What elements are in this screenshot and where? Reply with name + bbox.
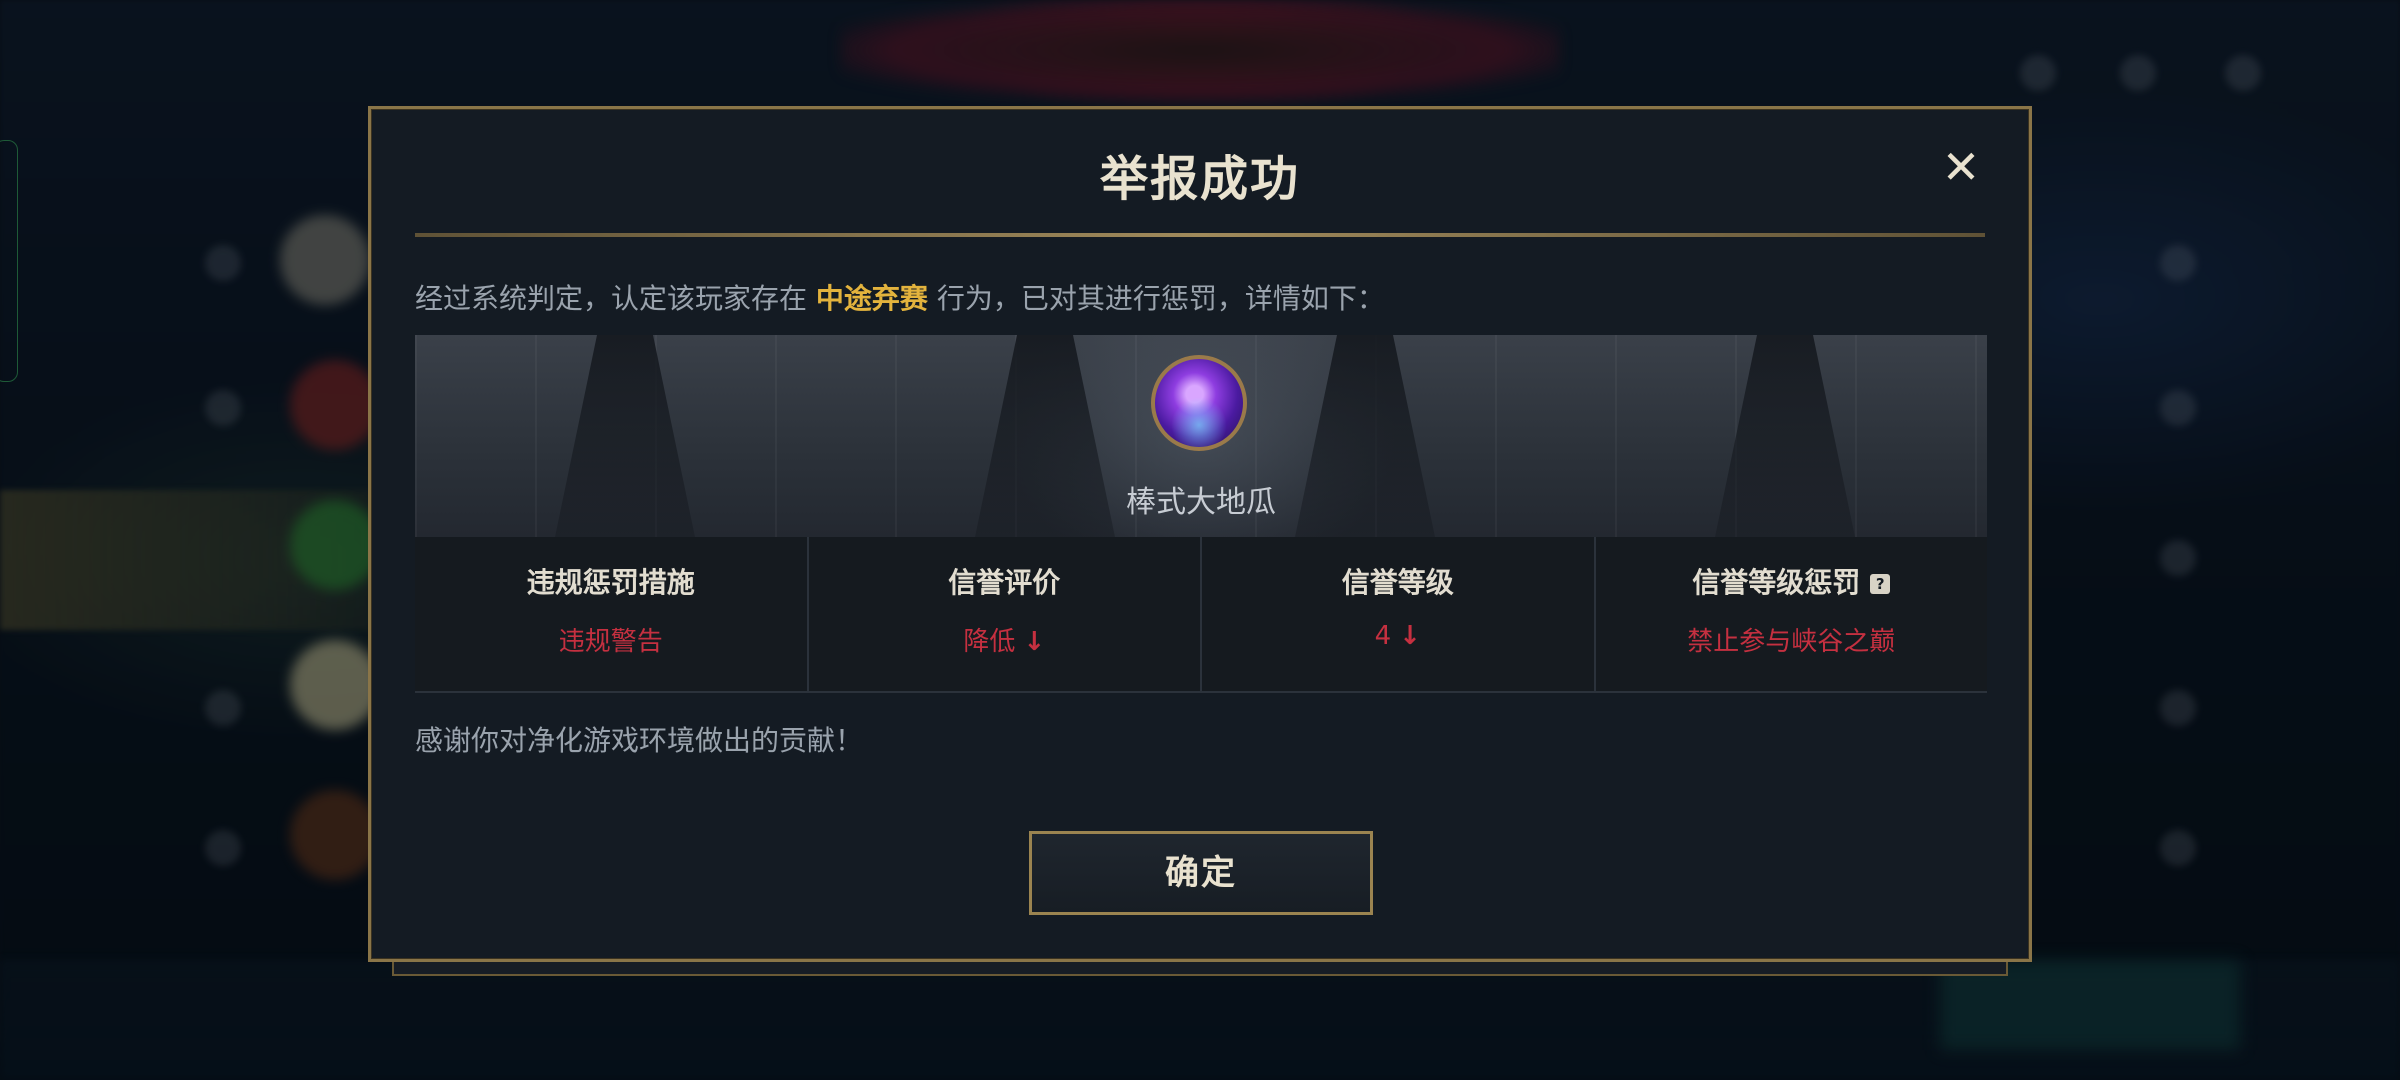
penalty-cell-reputation-rating: 信誉评价 降低 ↓ bbox=[809, 537, 1202, 691]
confirm-button[interactable]: 确定 bbox=[1029, 831, 1373, 915]
player-avatar bbox=[1151, 355, 1247, 451]
penalty-value: 4 ↓ bbox=[1202, 621, 1594, 651]
penalty-table: 违规惩罚措施 违规警告 信誉评价 降低 ↓ 信誉等级 4 ↓ 信誉等级惩罚? 禁止参… bbox=[415, 537, 1987, 693]
description-prefix: 经过系统判定，认定该玩家存在 bbox=[415, 282, 816, 315]
penalty-header: 信誉等级惩罚? bbox=[1596, 561, 1988, 601]
thanks-message: 感谢你对净化游戏环境做出的贡献！ bbox=[415, 724, 864, 757]
penalty-cell-reputation-level: 信誉等级 4 ↓ bbox=[1202, 537, 1596, 691]
penalty-value: 禁止参与峡谷之巅 bbox=[1596, 621, 1988, 658]
close-icon[interactable]: ✕ bbox=[1941, 144, 1981, 190]
penalty-value-text: 禁止参与峡谷之巅 bbox=[1687, 627, 1896, 657]
judgement-description: 经过系统判定，认定该玩家存在 中途弃赛 行为，已对其进行惩罚，详情如下： bbox=[415, 277, 1385, 317]
help-icon[interactable]: ? bbox=[1870, 574, 1891, 594]
report-success-dialog: 举报成功 ✕ 经过系统判定，认定该玩家存在 中途弃赛 行为，已对其进行惩罚，详情… bbox=[368, 106, 2032, 962]
player-name: 棒式大地瓜 bbox=[1126, 485, 1276, 520]
title-divider bbox=[415, 233, 1985, 237]
violation-type: 中途弃赛 bbox=[815, 282, 928, 315]
description-suffix: 行为，已对其进行惩罚，详情如下： bbox=[927, 282, 1385, 315]
arrow-down-icon: ↓ bbox=[1399, 621, 1421, 651]
penalty-value: 降低 ↓ bbox=[809, 621, 1201, 658]
dialog-bottom-edge bbox=[392, 960, 2008, 976]
arrow-down-icon: ↓ bbox=[1023, 627, 1046, 657]
penalty-value-text: 降低 bbox=[963, 627, 1016, 657]
penalty-header: 信誉评价 bbox=[948, 566, 1061, 599]
player-banner: 棒式大地瓜 bbox=[415, 335, 1987, 537]
penalty-header-text: 信誉等级惩罚 bbox=[1692, 566, 1861, 599]
dialog-title: 举报成功 bbox=[1099, 151, 1300, 207]
penalty-cell-level-penalty: 信誉等级惩罚? 禁止参与峡谷之巅 bbox=[1596, 537, 1988, 691]
penalty-value-text: 违规警告 bbox=[558, 627, 663, 657]
penalty-value: 违规警告 bbox=[415, 621, 807, 658]
penalty-header: 信誉等级 bbox=[1341, 566, 1454, 599]
penalty-header: 违规惩罚措施 bbox=[526, 566, 695, 599]
penalty-value-text: 4 bbox=[1374, 621, 1392, 651]
penalty-cell-measure: 违规惩罚措施 违规警告 bbox=[415, 537, 809, 691]
